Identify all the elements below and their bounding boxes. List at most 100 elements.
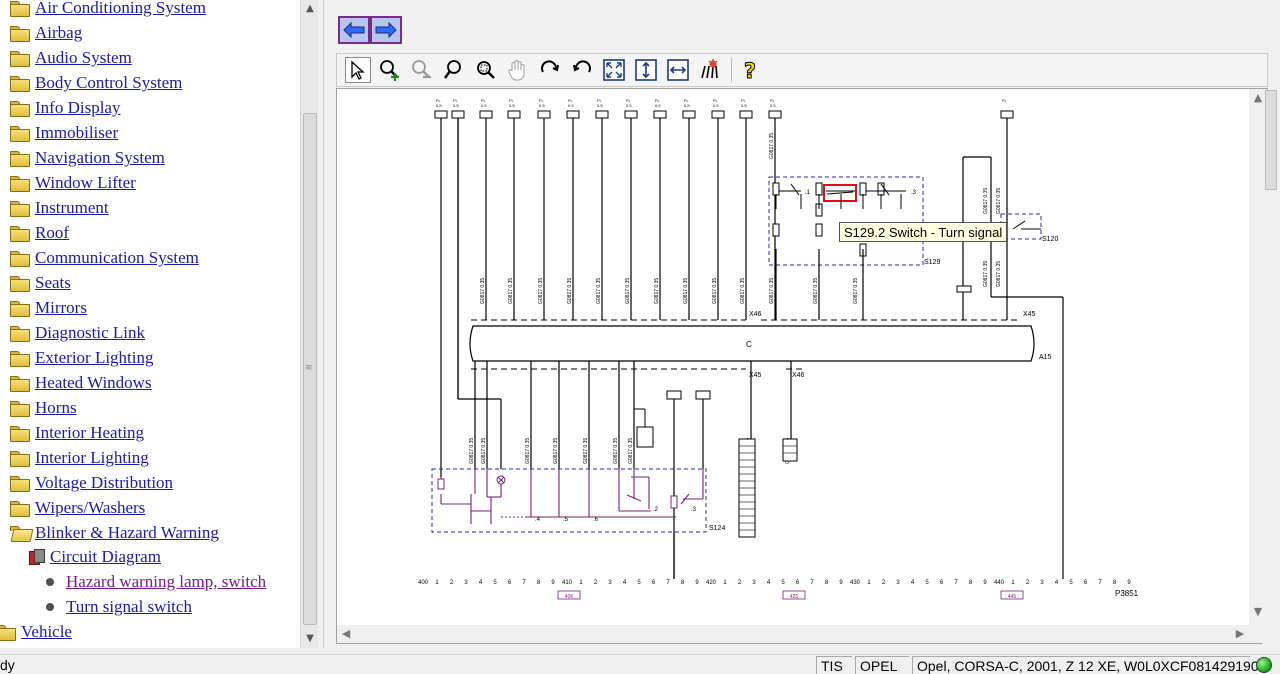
scroll-left-arrow-icon[interactable]: ◀ (337, 625, 355, 643)
rotate-ccw-button[interactable] (569, 57, 595, 83)
connector-pin (666, 390, 682, 400)
tree-scrollbar[interactable]: ▲ ≡ ▼ (300, 0, 318, 648)
grid-digit: 1 (723, 580, 727, 586)
fuse-label: FL (1002, 98, 1007, 103)
rotate-cw-icon (541, 60, 559, 73)
connector-pin-top (682, 110, 696, 119)
pointer-tool-button[interactable] (345, 57, 371, 83)
tree-item-1[interactable]: Airbag (10, 21, 82, 45)
grid-digit: 9 (1127, 580, 1131, 586)
tree-item-vehicle[interactable]: Vehicle (0, 620, 72, 644)
grid-digit: 4 (479, 580, 483, 586)
zoom-out-button[interactable] (409, 57, 435, 83)
tree-item-2[interactable]: Audio System (10, 46, 132, 70)
resistor (772, 182, 780, 196)
wire-code-label: G0817 0.35 (508, 278, 514, 304)
tree-item-8[interactable]: Instrument (10, 196, 109, 220)
back-button[interactable] (338, 16, 370, 44)
fit-height-button[interactable] (633, 57, 659, 83)
zoom-area-button[interactable] (473, 57, 499, 83)
switch-position-label: .5 (563, 517, 569, 523)
connector-pin-top (739, 110, 753, 119)
tree-item-7[interactable]: Window Lifter (10, 171, 136, 195)
scroll-right-arrow-icon[interactable]: ▶ (1231, 625, 1249, 643)
page-scrollbar-thumb[interactable] (1265, 90, 1277, 190)
wire-code-label: G0817 0.35 (853, 278, 859, 304)
tree-item-17[interactable]: Interior Heating (10, 421, 144, 445)
wire-code-label: G0817 0.35 (553, 438, 559, 464)
resistor (670, 495, 678, 509)
fit-page-button[interactable] (601, 57, 627, 83)
reference-label: 425 (790, 594, 799, 600)
tree-item-diagram-1[interactable]: Turn signal switch (46, 595, 192, 619)
diagram-horizontal-scrollbar[interactable]: ◀ ▶ (337, 625, 1267, 643)
fuse-label: 0.5 (626, 103, 632, 108)
fuse-label: 0.5 (597, 103, 603, 108)
tree-item-5[interactable]: Immobiliser (10, 121, 118, 145)
tree-item-label: Immobiliser (35, 123, 119, 142)
grid-digit: 3 (464, 580, 468, 586)
tree-item-label: Exterior Lighting (35, 348, 154, 367)
grid-digit: 2 (738, 580, 742, 586)
connector-pin (695, 390, 711, 400)
tree-item-0[interactable]: Air Conditioning System (10, 0, 206, 20)
grid-digit: 7 (810, 580, 814, 586)
scroll-down-arrow-icon[interactable]: ▼ (301, 630, 319, 647)
pan-button[interactable] (505, 57, 531, 83)
component-label-a15: A15 (1039, 354, 1052, 361)
tree-item-10[interactable]: Communication System (10, 246, 199, 270)
tree-item-14[interactable]: Exterior Lighting (10, 346, 154, 370)
tree-item-16[interactable]: Horns (10, 396, 77, 420)
tree-item-circuit-diagram[interactable]: Circuit Diagram (28, 545, 161, 569)
tree-item-6[interactable]: Navigation System (10, 146, 165, 170)
component-label-s124: S124 (709, 525, 725, 532)
tree-item-18[interactable]: Interior Lighting (10, 446, 149, 470)
tree-item-20[interactable]: Wipers/Washers (10, 496, 145, 520)
grid-digit: 7 (954, 580, 958, 586)
fit-width-button[interactable] (665, 57, 691, 83)
tree-item-12[interactable]: Mirrors (10, 296, 87, 320)
help-button[interactable]: ? (737, 57, 763, 83)
bullet-icon (46, 578, 54, 586)
grid-digit: 6 (508, 580, 512, 586)
grid-digit: 6 (652, 580, 656, 586)
tree-item-13[interactable]: Diagnostic Link (10, 321, 145, 345)
grid-digit: 2 (1026, 580, 1030, 586)
circuit-diagram[interactable]: FL0.5FL0.5FL0.5FL0.5FL0.5FL0.5FL0.5FL0.5… (337, 89, 1251, 627)
svg-text:?: ? (744, 59, 756, 82)
highlight-button[interactable] (697, 57, 723, 83)
zoom-in-button[interactable] (377, 57, 403, 83)
tree-item-3[interactable]: Body Control System (10, 71, 182, 95)
zoom-button[interactable] (441, 57, 467, 83)
fuse-label: 0.5 (509, 103, 515, 108)
wire-code-label: G0817 0.35 (613, 438, 619, 464)
rotate-cw-button[interactable] (537, 57, 563, 83)
scroll-up-arrow-icon[interactable]: ▲ (301, 0, 319, 17)
resistor (772, 223, 780, 237)
tree-item-15[interactable]: Heated Windows (10, 371, 152, 395)
grid-digit: 9 (839, 580, 843, 586)
grid-digit: 9 (983, 580, 987, 586)
tree-item-label: Instrument (35, 198, 109, 217)
folder-icon (10, 101, 30, 117)
grid-digit: 8 (825, 580, 829, 586)
page-scrollbar[interactable] (1262, 90, 1280, 646)
connector-pin-top (1000, 110, 1014, 119)
tree-item-11[interactable]: Seats (10, 271, 71, 295)
tree-item-4[interactable]: Info Display (10, 96, 120, 120)
wire-code-label: G0817 0.35 (654, 278, 660, 304)
help-icon: ? (743, 59, 756, 83)
circuit-diagram-book-icon (28, 549, 45, 565)
circuit-diagram-viewer[interactable]: FL 0.5 FL 0.5 FL 0.5 FL 0.5 FL 0.5 FL 0.5 FL 0.5 FL 0.5… (336, 88, 1268, 644)
diagram-toolbar: ? (336, 53, 1268, 87)
tree-item-diagram-0[interactable]: Hazard warning lamp, switch (46, 570, 266, 594)
connection-globe-icon (1256, 657, 1272, 673)
tree-item-19[interactable]: Voltage Distribution (10, 471, 173, 495)
folder-icon (10, 51, 30, 67)
tree-item-21[interactable]: Blinker & Hazard Warning (10, 521, 219, 545)
grid-digit: 5 (1069, 580, 1073, 586)
forward-button[interactable] (370, 16, 402, 44)
tree-item-9[interactable]: Roof (10, 221, 69, 245)
switch-position-label: .2 (653, 507, 659, 513)
wire-code-label: G0817 0.35 (740, 278, 746, 304)
